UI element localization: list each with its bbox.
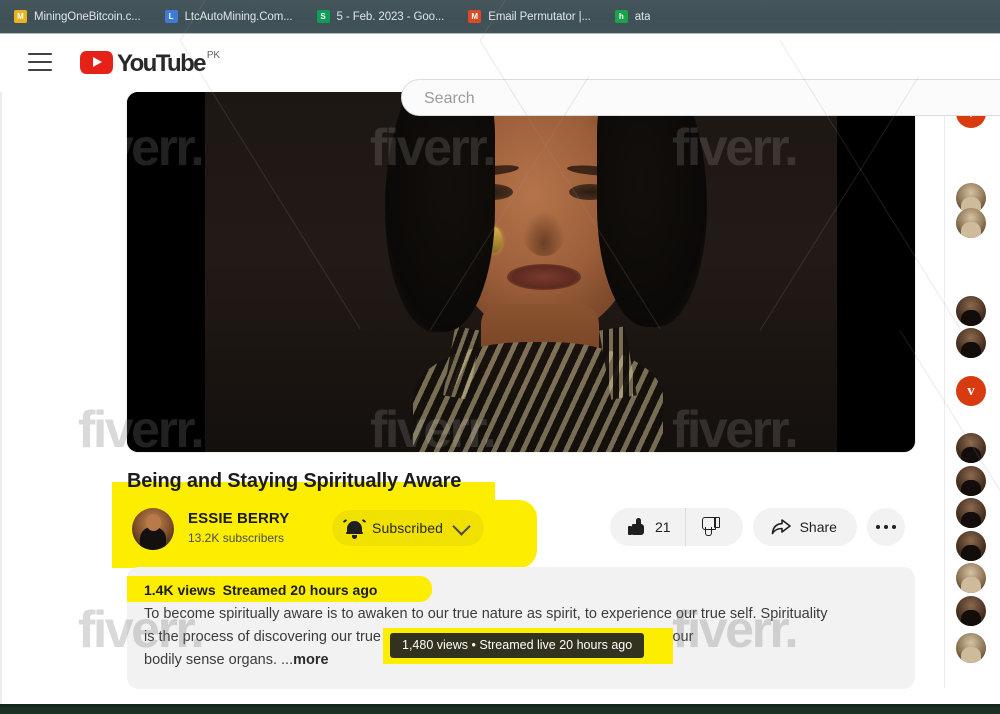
country-code-label: PK xyxy=(206,50,220,61)
like-count: 21 xyxy=(655,519,671,535)
youtube-wordmark: YouTube xyxy=(117,50,207,77)
rail-photo-avatar[interactable] xyxy=(956,328,986,358)
search-box[interactable] xyxy=(401,79,1000,117)
like-dislike-group: 21 xyxy=(610,508,743,546)
youtube-logo[interactable]: YouTube PK xyxy=(80,48,220,78)
rail-photo-avatar[interactable] xyxy=(956,208,986,238)
views-tooltip: 1,480 views • Streamed live 20 hours ago xyxy=(390,633,645,658)
subscribed-button[interactable]: Subscribed xyxy=(332,510,485,546)
video-frame xyxy=(205,92,837,452)
tab-favicon-icon: M xyxy=(14,10,27,23)
subscribed-label: Subscribed xyxy=(372,520,444,536)
taskbar-edge xyxy=(0,704,1000,707)
bell-icon xyxy=(342,518,367,539)
more-actions-button[interactable] xyxy=(866,508,905,546)
ellipsis-icon xyxy=(874,525,898,529)
hamburger-menu-icon[interactable] xyxy=(28,53,52,71)
browser-tab[interactable]: L LtcAutoMining.Com... xyxy=(164,6,293,28)
browser-tab[interactable]: S 5 - Feb. 2023 - Goo... xyxy=(316,6,445,28)
view-count: 1.4K views xyxy=(144,582,216,598)
like-button[interactable]: 21 xyxy=(610,508,686,546)
pillarbox-right xyxy=(837,92,915,452)
video-title-wrap: Being and Staying Spiritually Aware xyxy=(127,468,915,494)
browser-tab[interactable]: h ata xyxy=(614,6,651,28)
tab-favicon-icon: L xyxy=(164,10,178,23)
video-player[interactable] xyxy=(127,92,915,452)
description-line-1: To become spiritually aware is to awaken… xyxy=(144,606,828,622)
tab-favicon-icon: S xyxy=(316,10,330,23)
subscriber-count: 13.2K subscribers xyxy=(188,531,285,545)
stream-date: Streamed 20 hours ago xyxy=(222,582,378,598)
tab-title: 5 - Feb. 2023 - Goo... xyxy=(336,10,445,23)
youtube-page: YouTube PK Search Being and Staying Spir… xyxy=(0,34,1000,704)
subject-hair-left xyxy=(385,92,495,332)
thumbs-up-icon xyxy=(628,518,646,536)
right-rail: vv xyxy=(944,88,1000,688)
tab-title: MiningOneBitcoin.c... xyxy=(34,10,141,23)
tab-title: LtcAutoMining.Com... xyxy=(184,10,293,23)
subject-hair-right xyxy=(597,92,707,327)
tab-favicon-icon: h xyxy=(614,10,628,23)
taskbar xyxy=(0,704,1000,714)
tab-title: Email Permutator |... xyxy=(488,10,591,23)
rail-brand-avatar[interactable]: v xyxy=(956,376,986,406)
video-actions: 21 Share xyxy=(610,508,905,546)
channel-name[interactable]: ESSIE BERRY xyxy=(188,510,289,527)
browser-tab[interactable]: M Email Permutator |... xyxy=(468,6,591,28)
video-meta-line: 1.4K views Streamed 20 hours ago xyxy=(144,582,377,598)
rail-photo-avatar[interactable] xyxy=(956,498,986,528)
rail-photo-avatar[interactable] xyxy=(956,531,986,561)
rail-photo-avatar[interactable] xyxy=(956,633,986,663)
share-icon xyxy=(771,519,791,535)
channel-avatar-face xyxy=(146,514,161,531)
rail-photo-avatar[interactable] xyxy=(956,466,986,496)
thumbs-down-icon xyxy=(701,517,720,536)
share-label: Share xyxy=(799,519,837,535)
play-triangle-icon xyxy=(80,51,113,74)
youtube-masthead: YouTube PK xyxy=(0,34,1000,117)
description-line-3: bodily sense organs. ... xyxy=(144,652,294,668)
tab-favicon-icon: M xyxy=(468,10,482,23)
browser-window: M MiningOneBitcoin.c... L LtcAutoMining.Com… xyxy=(0,0,1000,714)
rail-photo-avatar[interactable] xyxy=(956,296,986,326)
show-more-link[interactable]: more xyxy=(293,652,328,668)
chevron-down-icon[interactable] xyxy=(452,516,471,536)
subject-nose xyxy=(523,212,565,256)
rail-photo-avatar[interactable] xyxy=(956,563,986,593)
browser-tab-strip: M MiningOneBitcoin.c... L LtcAutoMining.Com… xyxy=(0,0,1000,33)
video-main-column xyxy=(127,92,915,452)
window-left-border xyxy=(0,34,2,704)
subject-lips xyxy=(507,264,581,290)
browser-tab[interactable]: M MiningOneBitcoin.c... xyxy=(14,6,141,28)
share-button[interactable]: Share xyxy=(752,508,857,546)
rail-photo-avatar[interactable] xyxy=(956,596,986,626)
video-title: Being and Staying Spiritually Aware xyxy=(127,470,462,492)
channel-avatar[interactable] xyxy=(132,508,174,550)
dislike-button[interactable] xyxy=(686,508,739,546)
rail-photo-avatar[interactable] xyxy=(956,433,986,463)
search-input[interactable] xyxy=(422,80,986,117)
pillarbox-left xyxy=(127,92,205,452)
tab-title: ata xyxy=(634,10,651,23)
